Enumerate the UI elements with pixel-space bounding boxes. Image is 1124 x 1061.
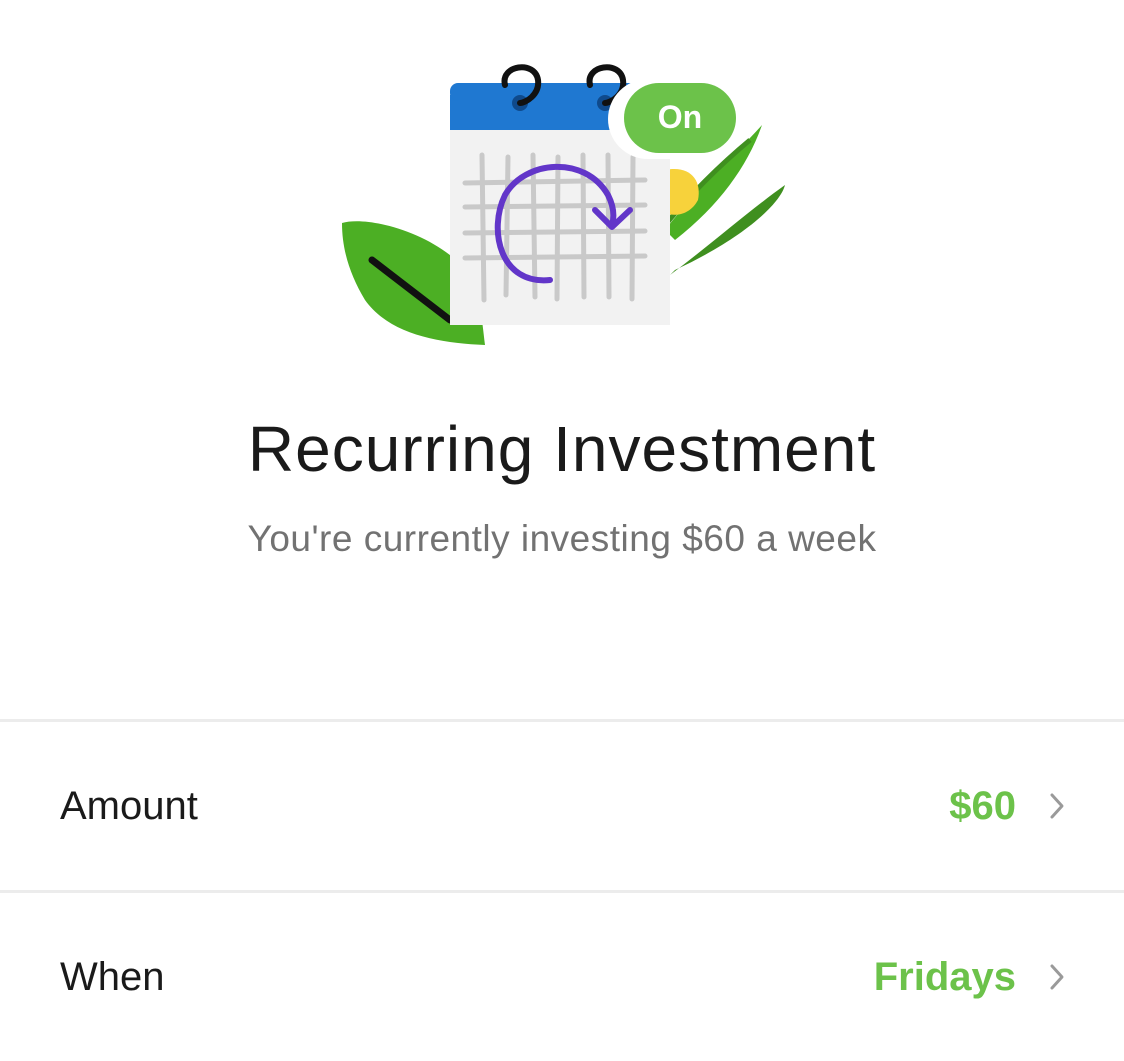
page-subtitle: You're currently investing $60 a week <box>247 518 877 559</box>
when-row[interactable]: When Fridays <box>0 893 1124 1061</box>
chevron-right-icon <box>1050 793 1064 819</box>
page-title: Recurring Investment <box>247 413 877 485</box>
amount-row[interactable]: Amount $60 <box>0 722 1124 890</box>
chevron-right-icon <box>1050 964 1064 990</box>
when-label: When <box>60 955 165 999</box>
recurring-calendar-illustration: On <box>330 55 800 355</box>
amount-value: $60 <box>949 784 1016 828</box>
on-status-badge: On <box>608 79 748 159</box>
calendar-illustration-svg: On <box>342 64 785 345</box>
amount-label: Amount <box>60 784 198 828</box>
on-badge-label: On <box>658 99 702 135</box>
when-value: Fridays <box>873 955 1016 999</box>
